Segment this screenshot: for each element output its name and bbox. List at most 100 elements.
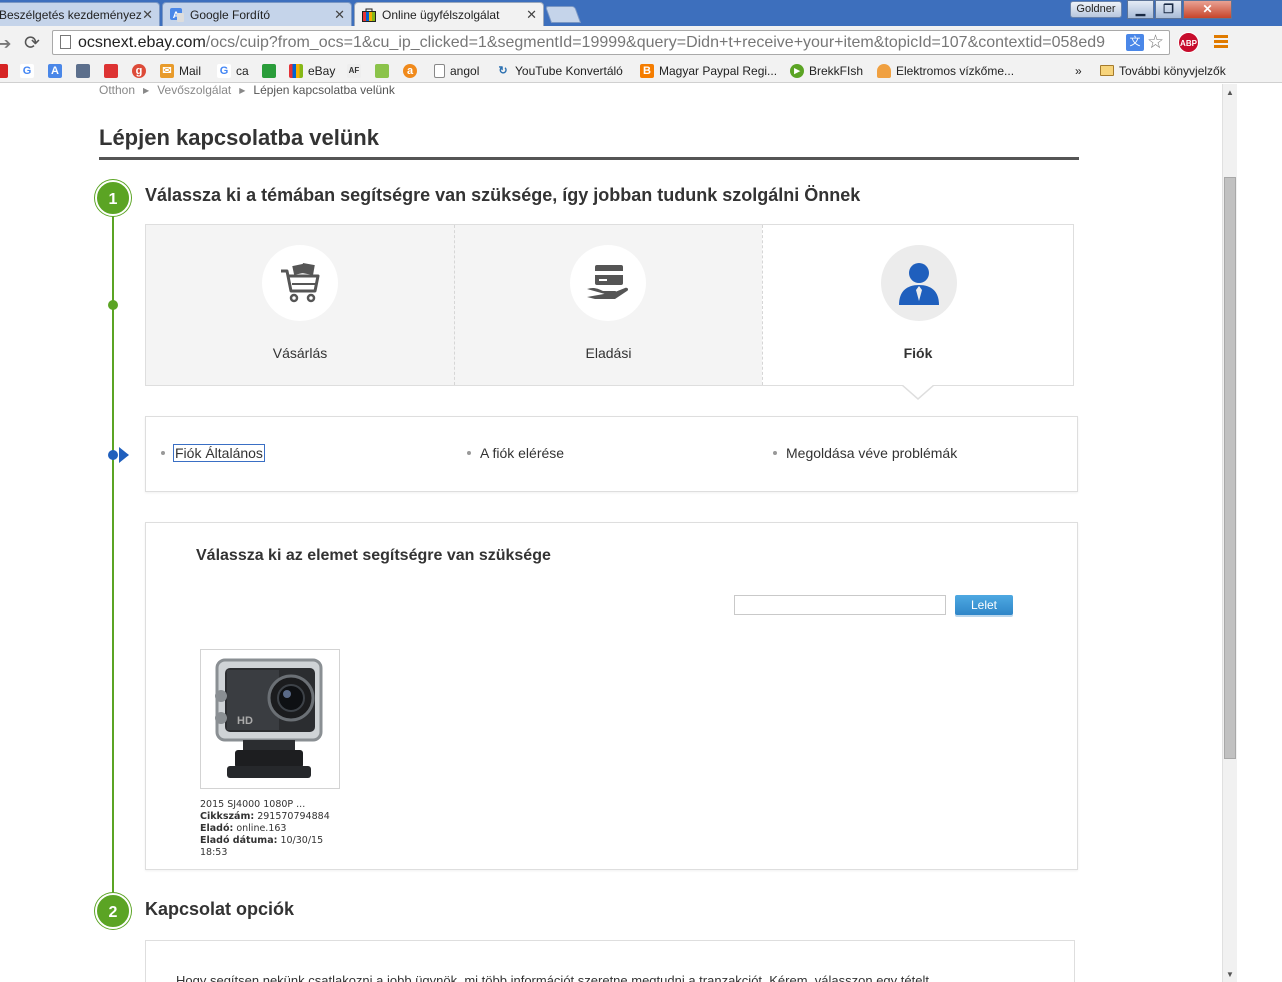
page-content: Otthon ▶ Vevőszolgálat ▶ Lépjen kapcsolatba … xyxy=(0,84,1222,982)
puzzle-icon xyxy=(375,63,389,78)
bookmark-more-folder[interactable]: További könyvjelzők xyxy=(1100,62,1226,79)
bookmark-film[interactable] xyxy=(76,62,95,79)
category-label: Eladási xyxy=(585,345,632,361)
step-timeline-line xyxy=(112,208,114,918)
bookmark-label: Elektromos vízkőme... xyxy=(896,63,1015,78)
bookmark-youtube-red[interactable] xyxy=(0,62,13,79)
tab-google-translate[interactable]: A Google Fordító ✕ xyxy=(162,2,352,26)
camera-icon xyxy=(104,63,118,78)
scroll-up-arrow-icon[interactable]: ▲ xyxy=(1226,88,1234,97)
bookmark-mail[interactable]: ✉ Mail xyxy=(160,62,201,79)
close-icon[interactable]: ✕ xyxy=(142,7,153,23)
gplus-icon: g xyxy=(132,63,146,78)
item-seller-row: Eladó: online.163 xyxy=(200,823,340,835)
google-translate-icon: A xyxy=(48,63,62,78)
timeline-current-arrow-icon xyxy=(119,447,129,463)
subtopic-label: A fiók elérése xyxy=(480,445,565,461)
maximize-button[interactable]: ❐ xyxy=(1155,0,1182,19)
page-title: Lépjen kapcsolatba velünk xyxy=(99,125,379,150)
tab-online-customer-service[interactable]: Online ügyfélszolgálat ✕ xyxy=(354,2,544,26)
minimize-button[interactable]: ▁ xyxy=(1127,0,1154,19)
breadcrumb: Otthon ▶ Vevőszolgálat ▶ Lépjen kapcsolatba … xyxy=(99,84,395,97)
item-card[interactable]: HD 2015 SJ4000 1080P ... Cikkszám: 29157… xyxy=(200,649,340,859)
scrollbar-thumb[interactable] xyxy=(1224,177,1236,759)
bookmark-ebay[interactable]: eBay xyxy=(289,62,335,79)
bookmark-puzzle[interactable] xyxy=(375,62,394,79)
contact-options-panel: Hogy segítsen nekünk csatlakozni a jobb … xyxy=(145,940,1075,982)
category-selling[interactable]: Eladási xyxy=(454,225,762,385)
bookmark-green[interactable] xyxy=(262,62,281,79)
url-path: /ocs/cuip?from_ocs=1&cu_ip_clicked=1&seg… xyxy=(205,34,1106,51)
tab-strip: Beszélgetés kezdeményez ✕ A Google Fordí… xyxy=(0,0,1282,26)
green-leaf-icon xyxy=(262,63,276,78)
bookmark-brekkfish[interactable]: ▸ BrekkFIsh xyxy=(790,62,863,79)
bookmark-google[interactable]: G xyxy=(20,62,39,79)
step-1-badge: 1 xyxy=(95,180,131,216)
breadcrumb-current: Lépjen kapcsolatba velünk xyxy=(253,84,395,97)
scroll-down-arrow-icon[interactable]: ▼ xyxy=(1226,970,1234,979)
item-thumbnail[interactable]: HD xyxy=(200,649,340,789)
timeline-dot xyxy=(108,300,118,310)
bookmark-label: Magyar Paypal Regi... xyxy=(659,63,778,78)
bookmark-label: További könyvjelzők xyxy=(1119,63,1226,78)
bookmark-ca[interactable]: Gca xyxy=(217,62,249,79)
bookmark-paypal[interactable]: B Magyar Paypal Regi... xyxy=(640,62,777,79)
category-label: Vásárlás xyxy=(272,345,328,361)
contact-options-intro: Hogy segítsen nekünk csatlakozni a jobb … xyxy=(176,973,933,982)
translate-icon[interactable]: 文 xyxy=(1126,34,1144,51)
category-buying[interactable]: Vásárlás xyxy=(146,225,454,385)
address-bar[interactable]: ocsnext.ebay.com/ocs/cuip?from_ocs=1&cu_… xyxy=(52,30,1170,55)
vertical-scrollbar[interactable]: ▲ ▼ xyxy=(1222,84,1237,982)
url-host: ocsnext.ebay.com xyxy=(78,34,206,51)
bookmark-gplus[interactable]: g xyxy=(132,62,151,79)
tab-chat[interactable]: Beszélgetés kezdeményez ✕ xyxy=(0,2,160,26)
subtopic-resolving-problems[interactable]: Megoldása véve problémák xyxy=(773,445,957,461)
item-seller: online.163 xyxy=(236,823,287,834)
breadcrumb-separator-icon: ▶ xyxy=(143,86,150,95)
bookmark-angol[interactable]: angol xyxy=(434,62,479,79)
selection-pointer xyxy=(902,384,934,398)
category-account-selected[interactable]: Fiók xyxy=(762,225,1073,385)
find-button[interactable]: Lelet xyxy=(955,595,1013,615)
item-date-row: Eladó dátuma: 10/30/15 18:53 xyxy=(200,835,340,859)
timeline-current-dot xyxy=(108,450,118,460)
profile-button[interactable]: Goldner xyxy=(1070,1,1122,18)
close-icon[interactable]: ✕ xyxy=(526,7,537,23)
svg-text:HD: HD xyxy=(237,715,253,727)
google-icon: G xyxy=(217,63,231,78)
breadcrumb-home-link[interactable]: Otthon xyxy=(99,84,135,97)
page-icon xyxy=(434,63,445,78)
bookmark-youtube-converter[interactable]: ↻ YouTube Konvertáló xyxy=(496,62,623,79)
bookmark-translate[interactable]: A xyxy=(48,62,67,79)
subtopic-panel: Fiók Általános A fiók elérése Megoldása … xyxy=(145,416,1078,492)
bookmark-label: Mail xyxy=(179,63,202,78)
bookmark-amazon[interactable]: a xyxy=(403,62,422,79)
category-circle xyxy=(881,245,957,321)
item-number-row: Cikkszám: 291570794884 xyxy=(200,811,340,823)
action-camera-image: HD xyxy=(215,658,323,778)
mail-icon: ✉ xyxy=(160,63,174,78)
forward-arrow-icon[interactable]: ➔ xyxy=(0,34,11,54)
subtopic-account-general[interactable]: Fiók Általános xyxy=(161,444,265,462)
bullet-icon xyxy=(773,451,777,455)
bookmark-star-icon[interactable]: ☆ xyxy=(1147,31,1164,54)
close-icon[interactable]: ✕ xyxy=(334,7,345,23)
new-tab-button[interactable] xyxy=(544,6,582,23)
reload-icon[interactable]: ⟳ xyxy=(24,32,40,55)
bookmark-af[interactable]: AF xyxy=(347,62,366,79)
subtopic-account-access[interactable]: A fiók elérése xyxy=(467,445,564,461)
folder-icon xyxy=(1100,65,1114,76)
ebay-bag-icon xyxy=(289,63,303,78)
bookmark-elektromos[interactable]: Elektromos vízkőme... xyxy=(877,62,1014,79)
category-circle xyxy=(570,245,646,321)
film-icon xyxy=(76,63,90,78)
bookmarks-overflow-chevron[interactable]: » xyxy=(1075,62,1082,79)
item-meta: 2015 SJ4000 1080P ... Cikkszám: 29157079… xyxy=(200,799,340,859)
chrome-menu-icon[interactable] xyxy=(1214,35,1228,50)
breadcrumb-customer-service-link[interactable]: Vevőszolgálat xyxy=(157,84,231,97)
close-window-button[interactable]: ✕ xyxy=(1183,0,1232,19)
adblock-plus-icon[interactable]: ABP xyxy=(1178,32,1199,53)
bookmark-camera[interactable] xyxy=(104,62,123,79)
item-search-input[interactable] xyxy=(734,595,946,615)
breadcrumb-separator-icon: ▶ xyxy=(239,86,246,95)
